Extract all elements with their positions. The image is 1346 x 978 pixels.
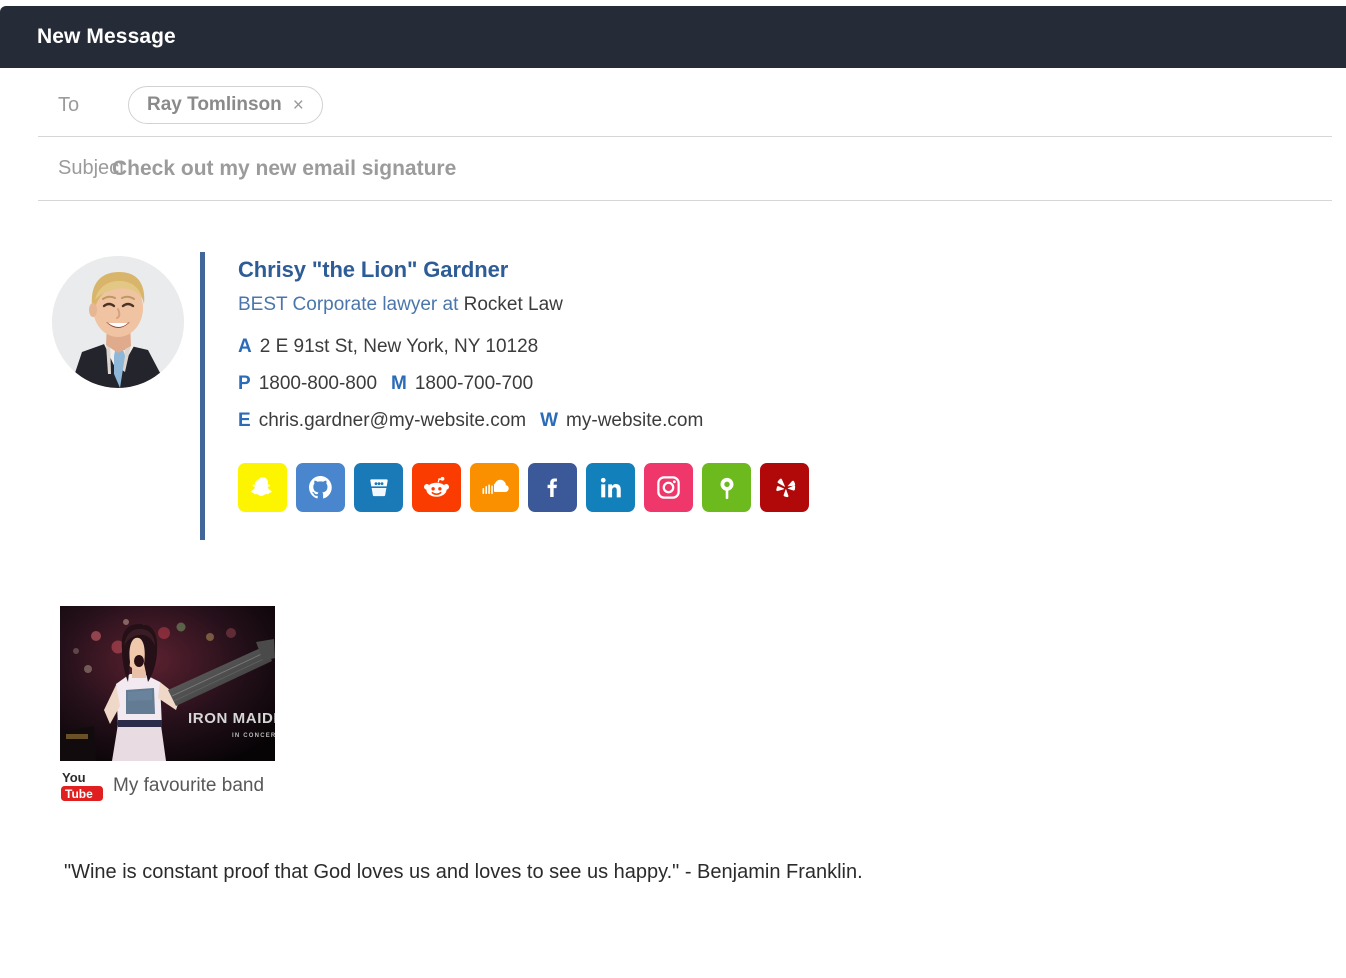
contact-value-phone: 1800-800-800 (258, 373, 378, 395)
foursquare-icon[interactable] (702, 463, 751, 513)
signature-company: Rocket Law (463, 293, 563, 315)
video-caption: My favourite band (113, 774, 265, 796)
window-titlebar: New Message (0, 6, 1346, 68)
svg-text:Tube: Tube (65, 787, 93, 801)
svg-text:You: You (62, 770, 86, 785)
contact-value-email[interactable]: chris.gardner@my-website.com (259, 410, 526, 431)
social-links-row (238, 463, 809, 513)
video-caption-row: You Tube My favourite band (60, 769, 275, 802)
bitbucket-icon[interactable] (354, 463, 403, 513)
signature-accent-bar (200, 252, 205, 540)
video-thumbnail[interactable]: IRON MAIDEN IN CONCERT (60, 606, 275, 761)
yelp-icon[interactable] (760, 463, 809, 513)
contact-value-mobile: 1800-700-700 (414, 373, 534, 395)
subject-input[interactable]: Check out my new email signature (112, 157, 456, 181)
contact-value-website[interactable]: my-website.com (566, 410, 703, 431)
signature-title-accent: BEST Corporate lawyer at (238, 293, 459, 315)
svg-text:IRON MAIDEN: IRON MAIDEN (188, 710, 275, 727)
compose-window: New Message To Ray Tomlinson × Subject C… (0, 0, 1346, 978)
remove-recipient-icon[interactable]: × (293, 96, 304, 115)
to-field-row[interactable]: To Ray Tomlinson × (38, 74, 1332, 137)
to-label: To (58, 93, 80, 116)
contact-line-address: A 2 E 91st St, New York, NY 10128 (238, 337, 809, 356)
github-icon[interactable] (296, 463, 345, 513)
recipient-name: Ray Tomlinson (147, 94, 282, 115)
avatar (52, 256, 184, 388)
contact-line-phones: P 1800-800-800 M 1800-700-700 (238, 374, 809, 393)
recipient-chip[interactable]: Ray Tomlinson × (128, 86, 323, 124)
body-quote[interactable]: "Wine is constant proof that God loves u… (64, 858, 944, 886)
linkedin-icon[interactable] (586, 463, 635, 513)
svg-text:IN CONCERT: IN CONCERT (232, 733, 275, 739)
subject-field-row[interactable]: Subject Check out my new email signature (38, 137, 1332, 201)
contact-label-a: A (238, 336, 252, 358)
instagram-icon[interactable] (644, 463, 693, 513)
avatar-wrapper (52, 256, 184, 388)
contact-label-e: E (238, 410, 251, 432)
signature-body: Chrisy "the Lion" Gardner BEST Corporate… (238, 252, 809, 513)
window-title: New Message (37, 25, 176, 48)
soundcloud-icon[interactable] (470, 463, 519, 513)
video-attachment[interactable]: IRON MAIDEN IN CONCERT You Tube My favou… (60, 606, 275, 802)
contact-label-p: P (238, 373, 251, 395)
email-signature: Chrisy "the Lion" Gardner BEST Corporate… (52, 252, 809, 540)
signature-name: Chrisy "the Lion" Gardner (238, 257, 509, 282)
contact-value-address: 2 E 91st St, New York, NY 10128 (259, 336, 539, 358)
facebook-icon[interactable] (528, 463, 577, 513)
snapchat-icon[interactable] (238, 463, 287, 513)
youtube-icon[interactable]: You Tube (60, 769, 104, 802)
signature-contacts: A 2 E 91st St, New York, NY 10128 P 1800-8… (238, 337, 809, 430)
signature-title: BEST Corporate lawyer at Rocket Law (238, 293, 809, 318)
contact-line-email-web: Echris.gardner@my-website.com Wmy-website… (238, 411, 809, 430)
contact-label-w: W (540, 410, 559, 432)
reddit-icon[interactable] (412, 463, 461, 513)
contact-label-m: M (391, 373, 407, 395)
